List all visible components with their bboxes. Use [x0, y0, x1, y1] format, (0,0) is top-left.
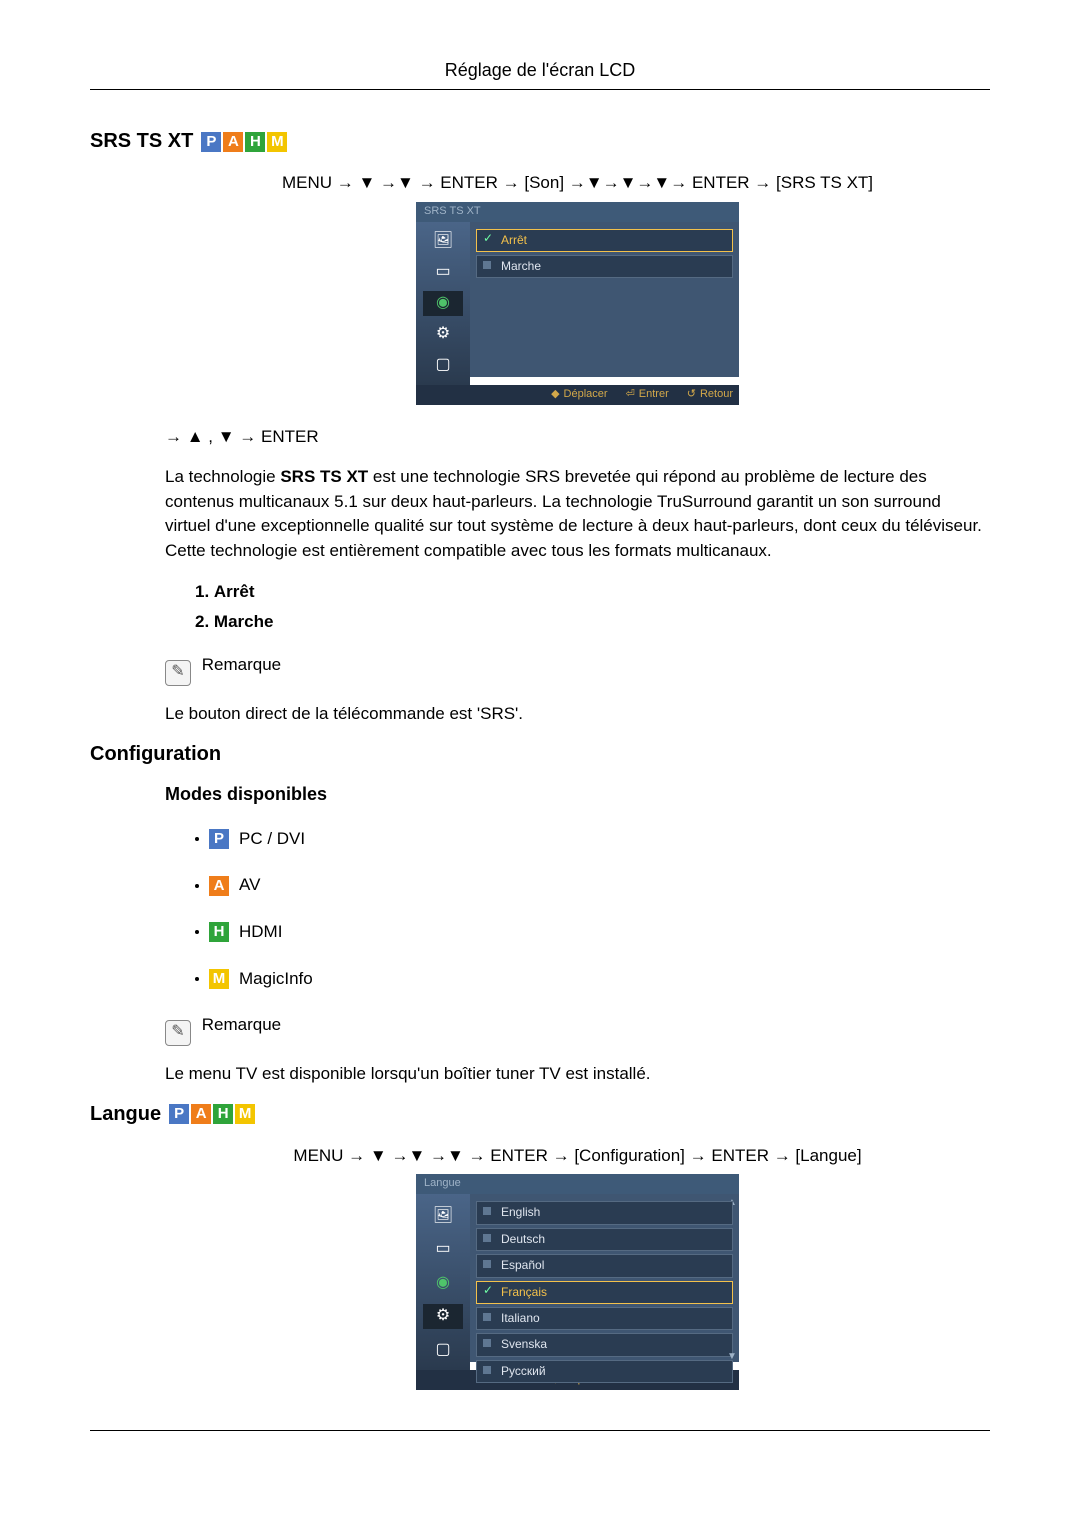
osd-title: SRS TS XT: [416, 202, 739, 222]
section-heading-srs: SRS TS XT P A H M: [90, 130, 990, 153]
note-heading: ✎ Remarque: [165, 653, 990, 686]
badge-h: H: [245, 132, 265, 152]
srs-description: La technologie SRS TS XT est une technol…: [165, 465, 990, 564]
note-heading-config: ✎ Remarque: [165, 1013, 990, 1046]
note-text-srs: Le bouton direct de la télécommande est …: [165, 702, 990, 727]
time-icon: ◉: [423, 1270, 463, 1295]
nav-path-langue: MENU → ▼ →▼ →▼ → ENTER → [Configuration]…: [165, 1144, 990, 1169]
option-arret: Arrêt: [195, 580, 990, 605]
modes-list: PPC / DVI AAV HHDMI MMagicInfo: [195, 827, 990, 992]
time-icon: ◉: [423, 291, 463, 316]
section-heading-config: Configuration: [90, 743, 990, 766]
osd-langue: Langue 🖼 ▭ ◉ ⚙ ▢ ▲ English Deutsch Españ…: [416, 1174, 739, 1390]
osd-sidebar: 🖼 ▭ ◉ ⚙ ▢: [416, 222, 470, 385]
badge-a: A: [191, 1104, 211, 1124]
osd-srs: SRS TS XT 🖼 ▭ ◉ ⚙ ▢ Arrêt Marche ◆Déplac…: [416, 202, 739, 405]
post-nav-srs: → ▲ , ▼ → ENTER: [165, 425, 990, 450]
section-heading-langue-text: Langue: [90, 1103, 161, 1126]
osd-panel: Arrêt Marche: [470, 222, 739, 377]
modes-heading: Modes disponibles: [165, 784, 990, 805]
screen-icon: ▭: [423, 260, 463, 285]
note-text-config: Le menu TV est disponible lorsqu'un boît…: [165, 1062, 990, 1087]
osd-item-russian: Русский: [476, 1360, 733, 1383]
divider: [90, 1430, 990, 1431]
mode-hdmi: HHDMI: [195, 920, 990, 945]
nav-path-srs: MENU → ▼ →▼ → ENTER → [Son] →▼→▼→▼→ ENTE…: [165, 171, 990, 196]
osd-item-francais: Français: [476, 1281, 733, 1304]
picture-icon: 🖼: [423, 229, 463, 254]
badge-a: A: [223, 132, 243, 152]
osd-foot: ◆Déplacer ⏎Entrer ↺Retour: [416, 385, 739, 405]
scroll-down-icon: ▼: [727, 1350, 737, 1360]
osd-sidebar: 🖼 ▭ ◉ ⚙ ▢: [416, 1194, 470, 1370]
mode-av: AAV: [195, 873, 990, 898]
badge-p: P: [169, 1104, 189, 1124]
divider: [90, 89, 990, 90]
page-header-title: Réglage de l'écran LCD: [90, 60, 990, 81]
setup-icon: ⚙: [423, 1304, 463, 1329]
osd-item-espanol: Español: [476, 1254, 733, 1277]
note-icon: ✎: [165, 1020, 191, 1046]
section-heading-langue: Langue P A H M: [90, 1103, 990, 1126]
badge-row: P A H M: [201, 132, 287, 152]
osd-item-marche: Marche: [476, 255, 733, 278]
mode-pc: PPC / DVI: [195, 827, 990, 852]
options-list: Arrêt Marche: [195, 580, 990, 635]
setup-icon: ⚙: [423, 322, 463, 347]
section-heading-srs-text: SRS TS XT: [90, 130, 193, 153]
osd-item-deutsch: Deutsch: [476, 1228, 733, 1251]
note-icon: ✎: [165, 660, 191, 686]
screen-icon: ▭: [423, 1236, 463, 1261]
multi-icon: ▢: [423, 353, 463, 378]
osd-item-svenska: Svenska: [476, 1333, 733, 1356]
mode-magicinfo: MMagicInfo: [195, 967, 990, 992]
enter-icon: ⏎: [626, 387, 635, 403]
option-marche: Marche: [195, 610, 990, 635]
multi-icon: ▢: [423, 1337, 463, 1362]
badge-p: P: [201, 132, 221, 152]
osd-panel: ▲ English Deutsch Español Français Itali…: [470, 1194, 739, 1362]
badge-m: M: [267, 132, 287, 152]
picture-icon: 🖼: [423, 1203, 463, 1228]
osd-item-italiano: Italiano: [476, 1307, 733, 1330]
back-icon: ↺: [687, 387, 696, 403]
move-icon: ◆: [551, 387, 559, 403]
osd-item-english: English: [476, 1201, 733, 1224]
osd-item-arret: Arrêt: [476, 229, 733, 252]
badge-row: P A H M: [169, 1104, 255, 1124]
badge-h: H: [213, 1104, 233, 1124]
badge-m: M: [235, 1104, 255, 1124]
osd-title: Langue: [416, 1174, 739, 1194]
